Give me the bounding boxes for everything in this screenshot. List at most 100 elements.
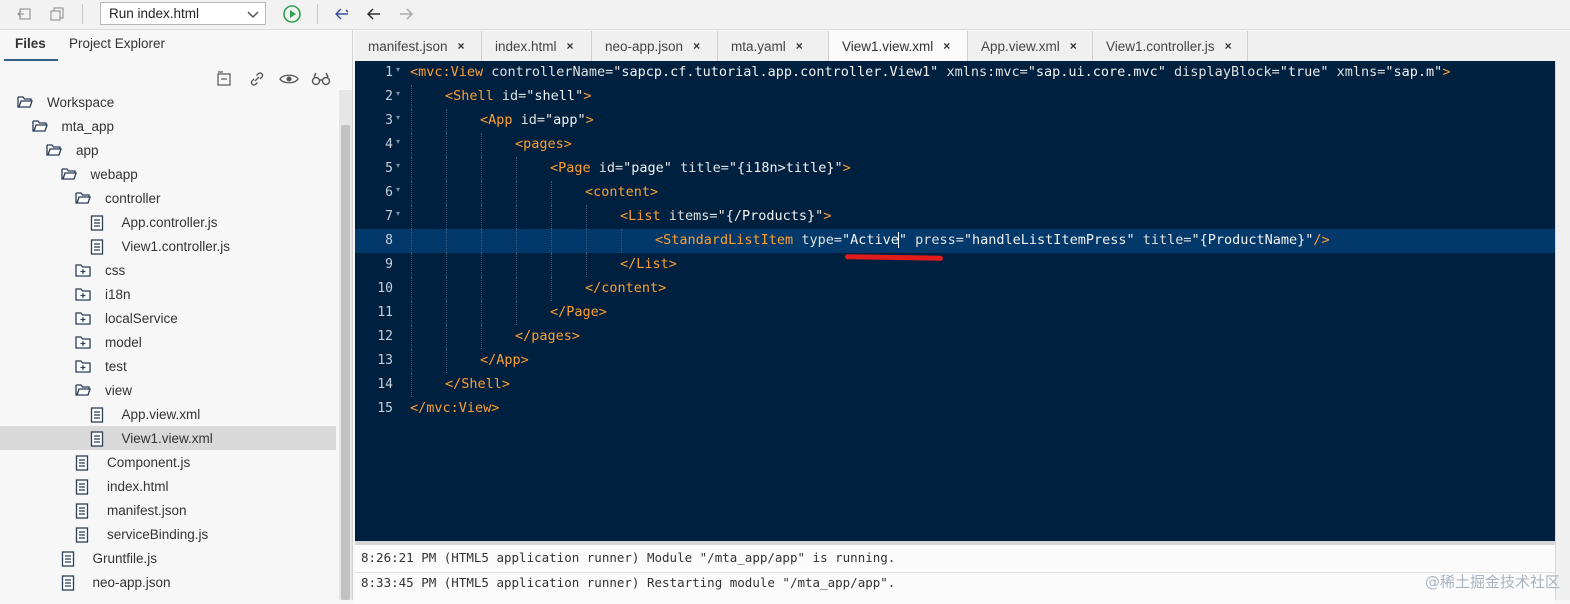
tree-item[interactable]: serviceBinding.js xyxy=(0,522,336,546)
editor-scrollbar[interactable] xyxy=(1555,61,1570,600)
line-number: 14 xyxy=(377,377,393,392)
editor-tab[interactable]: neo-app.json × xyxy=(592,31,718,61)
fold-arrow-icon[interactable]: ▾ xyxy=(396,209,400,218)
editor-tab-label: View1.controller.js xyxy=(1106,38,1215,54)
show-hidden-files-icon[interactable] xyxy=(279,70,299,90)
undo-file-icon[interactable] xyxy=(14,4,36,24)
tab-files[interactable]: Files xyxy=(15,36,46,51)
fold-arrow-icon[interactable]: ▾ xyxy=(396,185,400,194)
editor-tab[interactable]: manifest.json × xyxy=(355,31,482,61)
code-line[interactable]: 8 <StandardListItem type="Active" press="… xyxy=(355,229,1555,253)
code-token: press= xyxy=(915,232,964,248)
indent-guide xyxy=(411,373,413,397)
code-line[interactable]: 2 ▾ <Shell id="shell"> xyxy=(355,85,1555,109)
tree-item[interactable]: webapp xyxy=(0,162,336,186)
code-token: </Page> xyxy=(550,304,607,320)
code-editor[interactable]: 1 ▾ <mvc:View controllerName="sapcp.cf.tut… xyxy=(355,61,1555,541)
code-line[interactable]: 9 </List> xyxy=(355,253,1555,277)
fold-arrow-icon[interactable]: ▾ xyxy=(396,161,400,170)
code-line[interactable]: 1 ▾ <mvc:View controllerName="sapcp.cf.tut… xyxy=(355,61,1555,85)
code-token: id= xyxy=(501,88,527,104)
code-token: type= xyxy=(801,232,842,248)
line-number: 9 xyxy=(385,257,393,272)
code-line[interactable]: 11 </Page> xyxy=(355,301,1555,325)
indent-guide xyxy=(411,325,413,349)
code-line[interactable]: 3 ▾ <App id="app"> xyxy=(355,109,1555,133)
tree-item[interactable]: view xyxy=(0,378,336,402)
code-line[interactable]: 14 </Shell> xyxy=(355,373,1555,397)
close-tab-icon[interactable]: × xyxy=(1070,39,1077,53)
code-token: <mvc:View xyxy=(410,64,492,80)
collapse-all-icon[interactable] xyxy=(215,70,233,90)
navigate-last-edit-icon[interactable] xyxy=(331,4,353,24)
tree-item[interactable]: i18n xyxy=(0,282,336,306)
close-tab-icon[interactable]: × xyxy=(943,39,950,53)
tree-item[interactable]: test xyxy=(0,354,336,378)
code-token: "{i18n>title}" xyxy=(728,160,843,176)
code-token: "handleListItemPress" xyxy=(963,232,1143,248)
code-line[interactable]: 6 ▾ <content> xyxy=(355,181,1555,205)
run-icon[interactable] xyxy=(281,4,303,24)
folder-closed-icon xyxy=(75,263,91,277)
save-all-icon[interactable] xyxy=(46,4,68,24)
close-tab-icon[interactable]: × xyxy=(567,39,574,53)
editor-tab[interactable]: index.html × xyxy=(482,31,592,61)
file-icon xyxy=(61,551,77,567)
search-workspace-icon[interactable] xyxy=(311,70,331,90)
code-token: title= xyxy=(680,160,729,176)
code-line[interactable]: 4 ▾ <pages> xyxy=(355,133,1555,157)
tree-item[interactable]: Workspace xyxy=(0,90,336,114)
tab-project-explorer[interactable]: Project Explorer xyxy=(69,36,165,51)
editor-tab[interactable]: View1.view.xml × xyxy=(829,31,968,61)
indent-guide xyxy=(446,277,448,301)
tree-item[interactable]: css xyxy=(0,258,336,282)
tree-item[interactable]: app xyxy=(0,138,336,162)
code-line[interactable]: 5 ▾ <Page id="page" title="{i18n>title}"> xyxy=(355,157,1555,181)
navigate-back-icon[interactable] xyxy=(363,4,385,24)
tree-item[interactable]: index.html xyxy=(0,474,336,498)
editor-tab[interactable]: View1.controller.js × xyxy=(1093,31,1248,61)
fold-arrow-icon[interactable]: ▾ xyxy=(396,137,400,146)
tree-item-label: manifest.json xyxy=(107,502,187,518)
run-configuration-select[interactable]: Run index.html xyxy=(100,2,266,25)
close-tab-icon[interactable]: × xyxy=(796,39,803,53)
code-token: controllerName= xyxy=(491,64,614,80)
code-line[interactable]: 15 </mvc:View> xyxy=(355,397,1555,421)
line-number: 10 xyxy=(377,281,393,296)
tree-item-label: localService xyxy=(105,310,178,326)
tree-item[interactable]: mta_app xyxy=(0,114,336,138)
tree-item[interactable]: model xyxy=(0,330,336,354)
tree-item[interactable]: Gruntfile.js xyxy=(0,546,336,570)
navigate-forward-icon[interactable] xyxy=(395,4,417,24)
tree-scrollbar-thumb[interactable] xyxy=(341,125,350,600)
tree-item[interactable]: Component.js xyxy=(0,450,336,474)
tree-item[interactable]: View1.controller.js xyxy=(0,234,336,258)
fold-arrow-icon[interactable]: ▾ xyxy=(396,65,400,74)
tree-item[interactable]: controller xyxy=(0,186,336,210)
close-tab-icon[interactable]: × xyxy=(458,39,465,53)
tree-item[interactable]: localService xyxy=(0,306,336,330)
console-panel: 8:26:21 PM (HTML5 application runner) Mo… xyxy=(355,541,1555,604)
line-number: 3 xyxy=(385,113,393,128)
close-tab-icon[interactable]: × xyxy=(693,39,700,53)
code-line[interactable]: 13 </App> xyxy=(355,349,1555,373)
fold-arrow-icon[interactable]: ▾ xyxy=(396,89,400,98)
code-token: "true" xyxy=(1279,64,1337,80)
tree-item[interactable]: App.controller.js xyxy=(0,210,336,234)
tree-item-label: css xyxy=(105,262,126,278)
tree-item[interactable]: manifest.json xyxy=(0,498,336,522)
fold-arrow-icon[interactable]: ▾ xyxy=(396,113,400,122)
close-tab-icon[interactable]: × xyxy=(1225,39,1232,53)
tree-item-label: Component.js xyxy=(107,454,191,470)
line-number: 7 xyxy=(385,209,393,224)
code-line[interactable]: 10 </content> xyxy=(355,277,1555,301)
code-token: </App> xyxy=(480,352,529,368)
code-line[interactable]: 7 ▾ <List items="{/Products}"> xyxy=(355,205,1555,229)
editor-tab[interactable]: mta.yaml × xyxy=(718,31,829,61)
code-line[interactable]: 12 </pages> xyxy=(355,325,1555,349)
link-with-editor-icon[interactable] xyxy=(248,70,266,90)
tree-item[interactable]: App.view.xml xyxy=(0,402,336,426)
tree-item[interactable]: neo-app.json xyxy=(0,570,336,594)
editor-tab[interactable]: App.view.xml × xyxy=(968,31,1093,61)
tree-item[interactable]: View1.view.xml xyxy=(0,426,336,450)
